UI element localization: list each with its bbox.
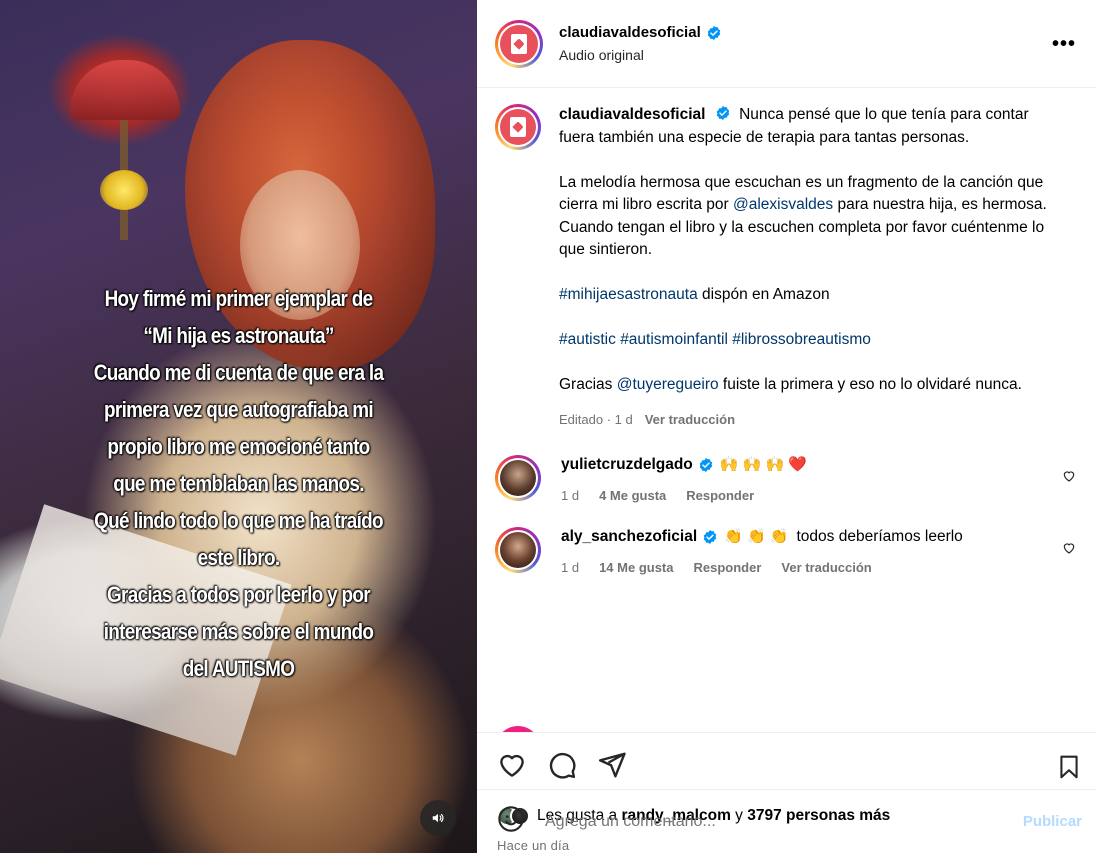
author-username[interactable]: claudiavaldesoficial [559, 24, 722, 41]
see-translation-button[interactable]: Ver traducción [645, 412, 735, 427]
edited-timestamp: Editado · 1 d [559, 411, 633, 427]
author-username-text[interactable]: claudiavaldesoficial [559, 24, 701, 41]
audio-label[interactable]: Audio original [559, 47, 722, 63]
see-translation-button[interactable]: Ver traducción [781, 560, 871, 575]
caption-meta: Editado · 1 d Ver traducción [559, 409, 1067, 432]
caption-paragraph-5a: Gracias [559, 376, 617, 393]
commenter-avatar[interactable] [495, 527, 541, 573]
post-side-panel: claudiavaldesoficial Audio original ••• … [477, 0, 1096, 853]
post-viewer: Hoy firmé mi primer ejemplar de “Mi hija… [0, 0, 1096, 853]
emoji-picker-button[interactable] [497, 805, 525, 838]
hashtag-link[interactable]: #mihijaesastronauta [559, 286, 698, 303]
verified-badge-icon [707, 25, 721, 40]
comment-likes-count[interactable]: 4 Me gusta [599, 488, 666, 503]
commenter-username[interactable]: yulietcruzdelgado [561, 455, 693, 475]
comment-emojis: 👏 👏 👏 [724, 528, 789, 545]
bookmark-icon [1060, 755, 1078, 779]
comment-button[interactable] [547, 750, 577, 780]
hashtag-link[interactable]: #autismoinfantil [620, 331, 728, 348]
smiley-icon [498, 806, 524, 832]
comment-likes-count[interactable]: 14 Me gusta [599, 560, 673, 575]
comment-emojis: 🙌 🙌 🙌 ❤️ [719, 456, 807, 473]
video-overlay-text: Hoy firmé mi primer ejemplar de “Mi hija… [93, 286, 384, 681]
comment-like-heart-icon[interactable] [1062, 469, 1076, 483]
share-button[interactable] [597, 750, 627, 780]
mention-link[interactable]: @tuyeregueiro [617, 376, 719, 393]
comment-like-heart-icon[interactable] [1062, 541, 1076, 555]
comment-bubble-icon [549, 752, 576, 779]
mention-link[interactable]: @alexisvaldes [733, 196, 833, 213]
caption-author-avatar[interactable] [495, 104, 541, 150]
post-caption: claudiavaldesoficial Nunca pensé que lo … [495, 104, 1080, 431]
speaker-icon [432, 813, 444, 823]
comment-text: todos deberíamos leerlo [796, 528, 963, 545]
verified-badge-icon [699, 458, 713, 472]
caption-paragraph-5b: fuiste la primera y eso no lo olvidaré n… [718, 376, 1022, 393]
comment-time: 1 d [561, 488, 580, 503]
commenter-username[interactable]: aly_sanchezoficial [561, 527, 697, 547]
mute-button[interactable] [420, 800, 456, 836]
comment-item: yulietcruzdelgado 🙌 🙌 🙌 ❤️ 1 d 4 Me gusta… [495, 455, 1080, 503]
like-button[interactable] [497, 750, 527, 780]
hashtag-link[interactable]: #librossobreautismo [732, 331, 871, 348]
caption-paragraph-3: dispón en Amazon [697, 286, 830, 303]
background-light [100, 170, 148, 210]
hashtag-link[interactable]: #autistic [559, 331, 616, 348]
verified-badge-icon [703, 530, 717, 544]
verified-badge-icon [716, 106, 730, 120]
post-actions-bar [477, 732, 1096, 796]
comment-time: 1 d [561, 560, 580, 575]
comments-scroll-area[interactable]: claudiavaldesoficial Nunca pensé que lo … [477, 88, 1096, 732]
commenter-avatar[interactable] [495, 455, 541, 501]
caption-username[interactable]: claudiavaldesoficial [559, 106, 705, 123]
background-lamp [70, 60, 180, 120]
heart-icon [500, 754, 524, 777]
paper-plane-icon [598, 752, 626, 777]
reply-button[interactable]: Responder [694, 560, 762, 575]
publish-button[interactable]: Publicar [1023, 813, 1082, 830]
comment-item: aly_sanchezoficial 👏 👏 👏 todos deberíamo… [495, 527, 1080, 575]
post-video[interactable]: Hoy firmé mi primer ejemplar de “Mi hija… [0, 0, 477, 853]
reply-button[interactable]: Responder [686, 488, 754, 503]
save-button[interactable] [1056, 753, 1082, 786]
post-header: claudiavaldesoficial Audio original ••• [477, 0, 1096, 88]
comment-input[interactable] [545, 812, 1023, 831]
comment-composer: Publicar [477, 789, 1096, 853]
author-avatar[interactable] [495, 19, 543, 68]
more-options-button[interactable]: ••• [1052, 34, 1076, 54]
